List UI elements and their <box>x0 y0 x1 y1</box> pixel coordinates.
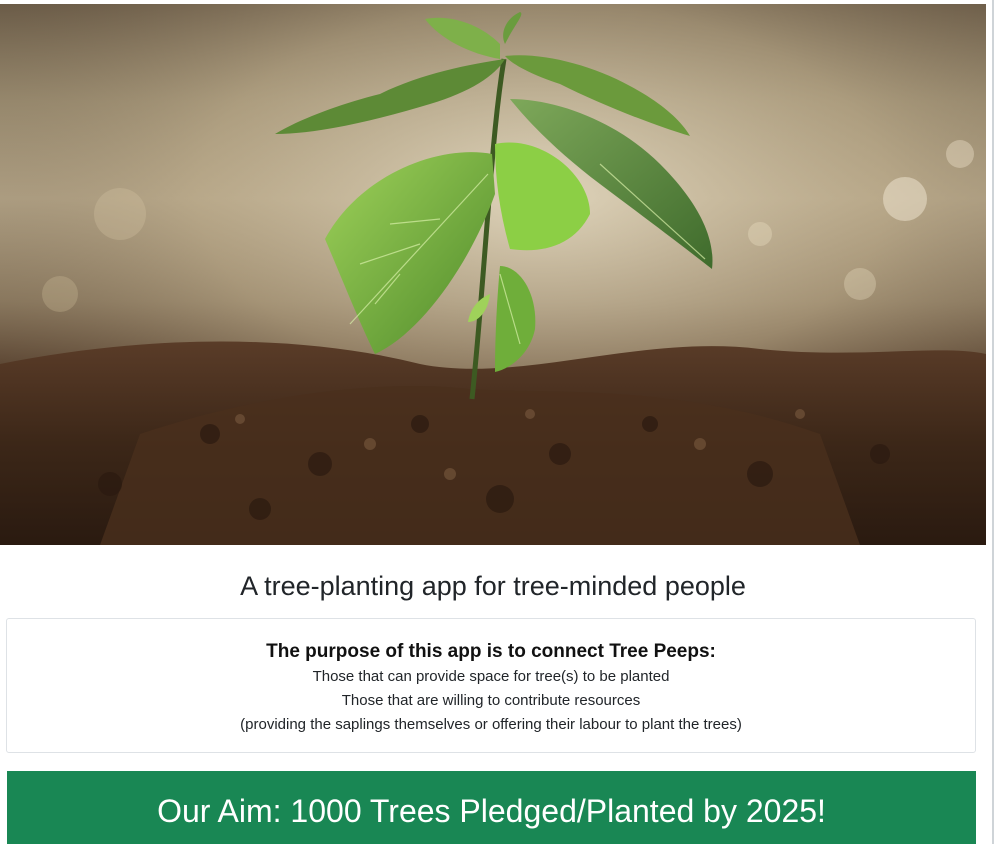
sapling-illustration <box>0 4 986 545</box>
hero-image <box>0 4 986 545</box>
page-tagline: A tree-planting app for tree-minded peop… <box>240 571 746 601</box>
page: A tree-planting app for tree-minded peop… <box>0 0 994 844</box>
purpose-line: Those that can provide space for tree(s)… <box>312 668 670 685</box>
purpose-card: The purpose of this app is to connect Tr… <box>6 618 976 753</box>
purpose-line: Those that are willing to contribute res… <box>341 692 641 709</box>
aim-banner: Our Aim: 1000 Trees Pledged/Planted by 2… <box>7 771 976 844</box>
purpose-title: The purpose of this app is to connect Tr… <box>266 641 716 662</box>
purpose-line: (providing the saplings themselves or of… <box>240 716 742 733</box>
